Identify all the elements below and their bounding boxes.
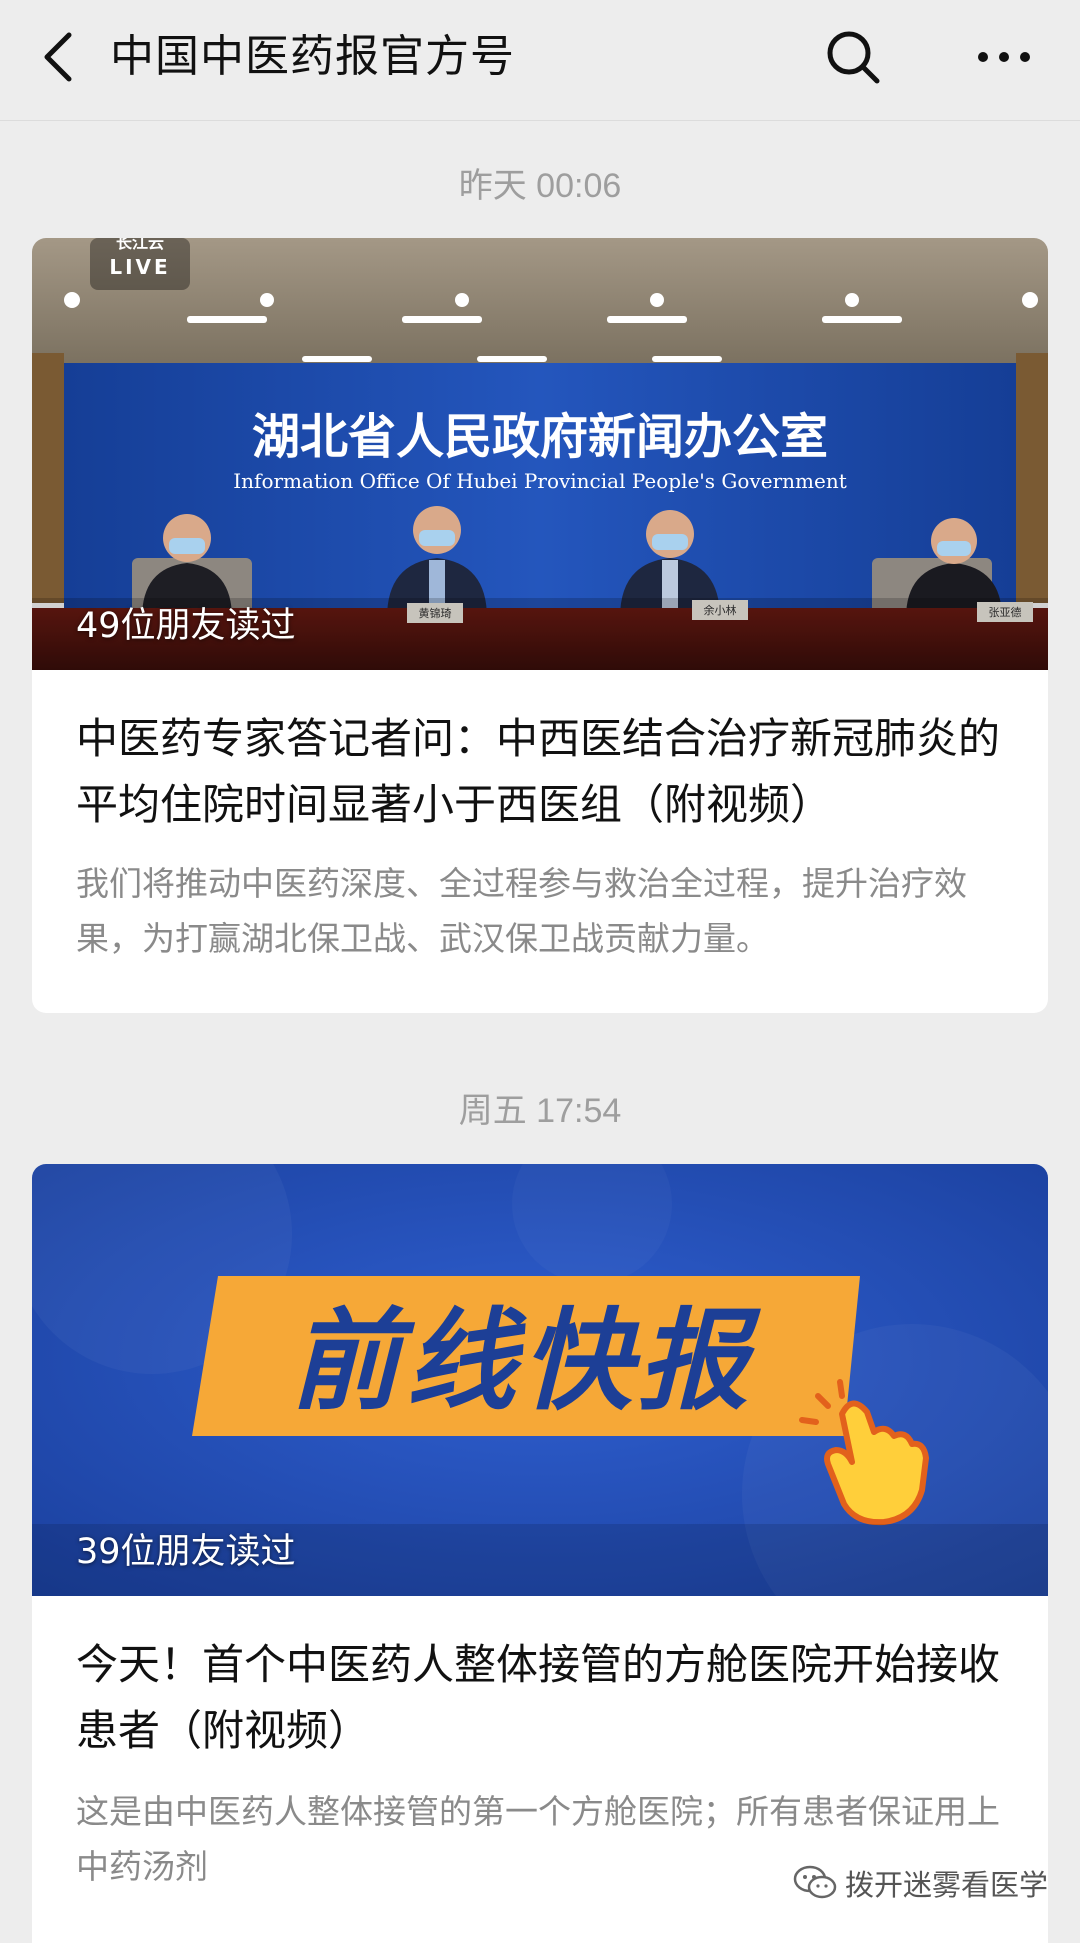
- article-card[interactable]: 湖北省人民政府新闻办公室 Information Office Of Hubei…: [32, 238, 1048, 1013]
- wechat-icon: [793, 1865, 837, 1899]
- article-summary: 我们将推动中医药深度、全过程参与救治全过程，提升治疗效果，为打赢湖北保卫战、武汉…: [76, 864, 967, 958]
- more-horizontal-icon: [978, 52, 1030, 62]
- message-timestamp: 周五 17:54: [458, 1092, 622, 1130]
- message-timestamp: 昨天 00:06: [458, 167, 622, 205]
- page-title: 中国中医药报官方号: [110, 31, 515, 82]
- article-cover-image[interactable]: 前线快报 39位朋友读过: [32, 1164, 1048, 1596]
- article-title[interactable]: 中医药专家答记者问：中西医结合治疗新冠肺炎的平均住院时间显著小于西医组（附视频）: [76, 706, 1008, 838]
- article-cover-image[interactable]: 湖北省人民政府新闻办公室 Information Office Of Hubei…: [32, 238, 1048, 670]
- top-navigation-bar: 中国中医药报官方号: [0, 0, 1080, 121]
- live-badge-label: LIVE: [109, 255, 170, 279]
- read-count: 49位朋友读过: [76, 606, 296, 646]
- article-title[interactable]: 今天！首个中医药人整体接管的方舱医院开始接收患者（附视频）: [76, 1632, 1008, 1764]
- chevron-left-icon: [44, 32, 72, 82]
- account-watermark: 拨开迷雾看医学: [793, 1862, 1048, 1904]
- live-badge-top: 长江云: [116, 238, 164, 252]
- search-button[interactable]: [820, 24, 886, 90]
- read-count: 39位朋友读过: [76, 1532, 296, 1572]
- search-icon: [827, 31, 880, 84]
- back-button[interactable]: [28, 22, 88, 92]
- backdrop-title: 湖北省人民政府新闻办公室: [252, 409, 828, 465]
- watermark-text: 拨开迷雾看医学: [844, 1868, 1048, 1902]
- banner-text: 前线快报: [290, 1297, 761, 1425]
- article-card[interactable]: 前线快报 39位朋友读过 今天！首个中医药人整体接管的方舱医院开始接收患者（附视…: [32, 1164, 1048, 1943]
- backdrop-subtitle: Information Office Of Hubei Provincial P…: [233, 469, 846, 493]
- more-options-button[interactable]: [966, 24, 1042, 90]
